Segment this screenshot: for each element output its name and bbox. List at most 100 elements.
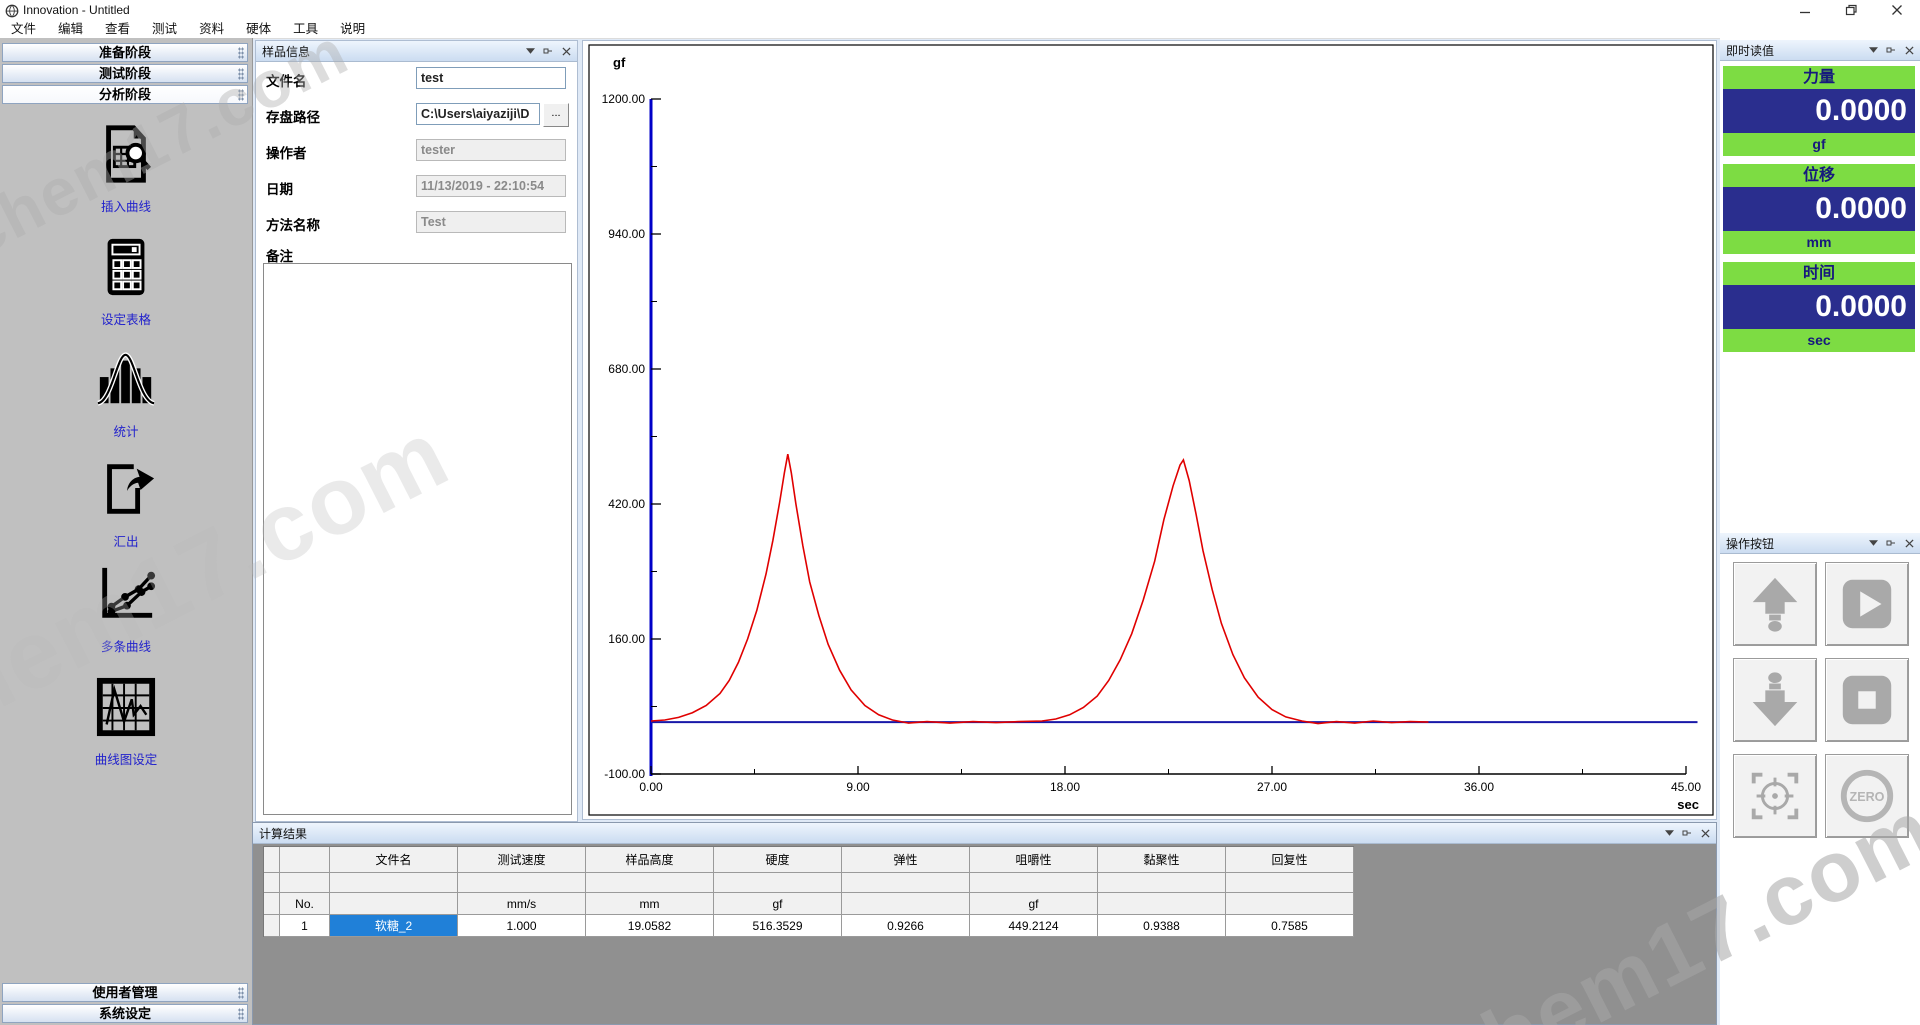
header-cell [1098,873,1226,893]
browse-button[interactable]: ... [543,103,569,127]
dropdown-icon[interactable] [1868,538,1878,548]
result-cell[interactable]: 0.9388 [1098,915,1226,937]
header-cell [842,893,970,915]
pin-icon[interactable] [1886,538,1896,548]
dropdown-icon[interactable] [1664,828,1674,838]
table-header-row: 文件名测试速度样品高度硬度弹性咀嚼性黏聚性回复性 [264,847,1354,873]
sample-info-header: 样品信息 [256,41,577,62]
menu-item-编辑[interactable]: 编辑 [47,20,94,38]
menu-item-测试[interactable]: 测试 [141,20,188,38]
close-panel-icon[interactable] [561,46,571,56]
grip-dots-icon [238,1008,244,1020]
sidebar-tab-使用者管理[interactable]: 使用者管理 [2,983,248,1002]
header-cell [280,873,330,893]
tool-label: 曲线图设定 [0,749,252,768]
svg-text:940.00: 940.00 [608,227,645,241]
insert-curve-icon [95,123,157,185]
tool-label: 多条曲线 [0,636,252,655]
pin-icon[interactable] [543,46,553,56]
menu-item-查看[interactable]: 查看 [94,20,141,38]
header-cell [264,873,280,893]
multi-curve-icon [95,563,157,625]
header-cell: 回复性 [1226,847,1354,873]
readout-unit-sec: sec [1723,329,1915,352]
header-cell: gf [970,893,1098,915]
notes-label: 备注 [266,245,293,265]
close-panel-icon[interactable] [1904,538,1914,548]
stop-button[interactable] [1825,658,1909,742]
tool-插入曲线[interactable]: 插入曲线 [0,123,252,215]
menu-item-资料[interactable]: 资料 [188,20,235,38]
menu-item-硬体[interactable]: 硬体 [235,20,282,38]
jog-up-button[interactable] [1733,562,1817,646]
app-icon [5,4,19,18]
dropdown-icon[interactable] [1868,45,1878,55]
tool-多条曲线[interactable]: 多条曲线 [0,563,252,655]
header-cell [586,873,714,893]
field-row-日期: 日期 [256,175,577,197]
calculator-icon [95,236,157,298]
close-button[interactable] [1874,0,1920,20]
header-cell: mm [586,893,714,915]
header-cell [264,847,280,873]
pin-icon[interactable] [1682,828,1692,838]
minimize-button[interactable] [1782,0,1828,20]
readout-value-mm: 0.0000 [1723,187,1915,231]
header-cell: No. [280,893,330,915]
readout-label-mm: 位移 [1723,164,1915,187]
tool-曲线图设定[interactable]: 曲线图设定 [0,676,252,768]
svg-text:sec: sec [1677,797,1699,812]
chart-panel: gfsec-100.00160.00420.00680.00940.001200… [582,40,1717,820]
sidebar-tab-系统设定[interactable]: 系统设定 [2,1004,248,1023]
svg-text:680.00: 680.00 [608,362,645,376]
start-button[interactable] [1825,562,1909,646]
table-header-row: No.mm/smmgfgf [264,893,1354,915]
close-panel-icon[interactable] [1700,828,1710,838]
pin-icon[interactable] [1886,45,1896,55]
zero-button[interactable]: ZERO [1825,754,1909,838]
notes-textarea[interactable] [263,263,572,815]
menu-item-工具[interactable]: 工具 [282,20,329,38]
sidebar-tab-准备阶段[interactable]: 准备阶段 [2,43,248,62]
field-input-文件名[interactable] [416,67,566,89]
result-cell[interactable]: 1.000 [458,915,586,937]
panel-title: 样品信息 [256,43,310,60]
tool-设定表格[interactable]: 设定表格 [0,236,252,328]
jog-down-button[interactable] [1733,658,1817,742]
header-cell: 咀嚼性 [970,847,1098,873]
menu-item-说明[interactable]: 说明 [329,20,376,38]
sidebar-tab-测试阶段[interactable]: 测试阶段 [2,64,248,83]
jog-up-arrow-icon [1744,573,1806,635]
svg-text:420.00: 420.00 [608,497,645,511]
svg-text:27.00: 27.00 [1257,780,1287,794]
result-cell[interactable]: 19.0582 [586,915,714,937]
field-label: 日期 [266,178,293,198]
menu-bar: 文件编辑查看测试资料硬体工具说明 [0,20,1920,39]
tool-统计[interactable]: 统计 [0,348,252,440]
readout-label-gf: 力量 [1723,66,1915,89]
header-cell: gf [714,893,842,915]
close-panel-icon[interactable] [1904,45,1914,55]
maximize-button[interactable] [1828,0,1874,20]
window-title: Innovation - Untitled [23,3,130,17]
result-cell[interactable]: 516.3529 [714,915,842,937]
header-cell [1098,893,1226,915]
grip-dots-icon [238,987,244,999]
results-header: 计算结果 [253,823,1716,844]
readout-unit-mm: mm [1723,231,1915,254]
position-button[interactable] [1733,754,1817,838]
field-input-存盘路径[interactable] [416,103,540,125]
result-cell[interactable]: 1 [280,915,330,937]
sidebar-tab-分析阶段[interactable]: 分析阶段 [2,85,248,104]
menu-item-文件[interactable]: 文件 [0,20,47,38]
tool-汇出[interactable]: 汇出 [0,458,252,550]
header-cell: 测试速度 [458,847,586,873]
chart-settings-icon [95,676,157,738]
result-cell[interactable]: 0.7585 [1226,915,1354,937]
grip-dots-icon [238,68,244,80]
selected-file-cell[interactable]: 软糖_2 [330,915,458,937]
dropdown-icon[interactable] [525,46,535,56]
result-cell[interactable]: 0.9266 [842,915,970,937]
field-row-操作者: 操作者 [256,139,577,161]
result-cell[interactable]: 449.2124 [970,915,1098,937]
